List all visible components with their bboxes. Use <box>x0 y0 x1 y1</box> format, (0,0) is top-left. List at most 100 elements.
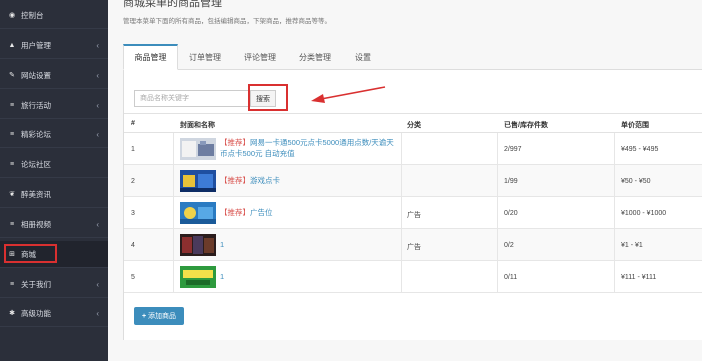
sidebar-item-albums[interactable]: ≡ 相册视频 ‹ <box>0 211 108 238</box>
row-stock: 1/99 <box>504 178 518 185</box>
gear-icon: ✱ <box>9 310 15 317</box>
sidebar-item-advanced[interactable]: ✱ 高级功能 ‹ <box>0 300 108 327</box>
sidebar-item-label: 控制台 <box>21 10 44 20</box>
column-divider <box>614 261 615 292</box>
product-thumbnail <box>180 202 216 224</box>
table-row: 1 【推荐】网易一卡通500元点卡5000通用点数/天谕天币点卡500元 自动充… <box>124 133 702 165</box>
table-row: 4 1 广告 0/2 ¥1 - ¥1 <box>124 229 702 261</box>
product-name: 游戏点卡 <box>250 176 280 185</box>
column-header: 单价范围 <box>621 122 649 129</box>
search-highlight-annotation <box>248 84 288 111</box>
sidebar: ◉ 控制台 ▲ 用户管理 ‹ ✎ 网站设置 ‹ ≡ 旅行活动 ‹ ≡ 精彩论坛 ‹ ≡ 论坛社区 ❦… <box>0 0 108 361</box>
sidebar-item-site-settings[interactable]: ✎ 网站设置 ‹ <box>0 62 108 89</box>
sidebar-item-travel[interactable]: ≡ 旅行活动 ‹ <box>0 92 108 119</box>
table-row: 2 【推荐】游戏点卡 1/99 ¥50 - ¥50 <box>124 165 702 197</box>
product-name: 广告位 <box>250 208 273 217</box>
page-description: 管理本菜单下面的所有商品，包括编辑商品，下架商品，推荐商品等等。 <box>123 18 331 25</box>
column-divider <box>497 133 498 164</box>
list-icon: ≡ <box>9 130 15 138</box>
row-category: 广告 <box>407 212 421 219</box>
product-thumbnail <box>180 170 216 192</box>
sidebar-item-about[interactable]: ≡ 关于我们 ‹ <box>0 271 108 298</box>
tab-products[interactable]: 商品管理 <box>123 44 178 70</box>
chevron-left-icon: ‹ <box>96 129 99 139</box>
user-icon: ▲ <box>8 41 16 49</box>
sidebar-item-users[interactable]: ▲ 用户管理 ‹ <box>0 32 108 59</box>
list-icon: ≡ <box>9 160 15 168</box>
column-divider <box>497 197 498 228</box>
sidebar-item-label: 用户管理 <box>21 40 51 50</box>
arrow-annotation-icon <box>311 86 386 103</box>
column-header: 已售/库存件数 <box>504 122 548 129</box>
row-id: 5 <box>131 274 135 281</box>
tab-orders[interactable]: 订单管理 <box>180 44 230 70</box>
column-header: 分类 <box>407 122 421 129</box>
row-stock: 0/11 <box>504 274 518 281</box>
column-divider <box>614 165 615 196</box>
product-thumbnail <box>180 234 216 256</box>
leaf-icon: ❦ <box>9 191 15 198</box>
row-id: 2 <box>131 178 135 185</box>
row-id: 1 <box>131 146 135 153</box>
row-price: ¥111 - ¥111 <box>621 274 657 281</box>
chevron-left-icon: ‹ <box>96 100 99 110</box>
product-name-link[interactable]: 1 <box>220 271 224 282</box>
sidebar-item-news[interactable]: ❦ 醉美资讯 <box>0 181 108 208</box>
dashboard-icon: ◉ <box>8 12 16 19</box>
table-row: 3 【推荐】广告位 广告 0/20 ¥1000 - ¥1000 <box>124 197 702 229</box>
sidebar-item-label: 网站设置 <box>21 70 51 80</box>
add-product-button[interactable]: + 添加商品 <box>134 307 184 325</box>
column-divider <box>173 197 174 228</box>
list-icon: ≡ <box>9 220 15 228</box>
product-name-link[interactable]: 【推荐】广告位 <box>220 207 273 218</box>
column-divider <box>614 133 615 164</box>
main-content: 商城菜单的商品管理 管理本菜单下面的所有商品，包括编辑商品，下架商品，推荐商品等… <box>108 0 702 361</box>
column-divider <box>173 229 174 260</box>
column-divider <box>173 165 174 196</box>
list-icon: ≡ <box>9 280 15 288</box>
column-divider <box>401 229 402 260</box>
column-divider <box>497 165 498 196</box>
column-header: # <box>131 120 135 127</box>
column-divider <box>401 165 402 196</box>
sidebar-item-label: 旅行活动 <box>21 100 51 110</box>
row-id: 3 <box>131 210 135 217</box>
wrench-icon: ✎ <box>9 72 15 79</box>
sidebar-item-label: 精彩论坛 <box>21 129 51 139</box>
tab-bar: 商品管理 订单管理 评论管理 分类管理 设置 <box>123 44 702 70</box>
column-divider <box>401 197 402 228</box>
shop-highlight-annotation <box>4 244 57 263</box>
chevron-left-icon: ‹ <box>96 279 99 289</box>
row-stock: 0/2 <box>504 242 514 249</box>
product-name-link[interactable]: 【推荐】游戏点卡 <box>220 175 280 186</box>
product-thumbnail <box>180 138 216 160</box>
sidebar-item-dashboard[interactable]: ◉ 控制台 <box>0 2 108 29</box>
column-divider <box>497 229 498 260</box>
product-thumbnail <box>180 266 216 288</box>
app-root: ◉ 控制台 ▲ 用户管理 ‹ ✎ 网站设置 ‹ ≡ 旅行活动 ‹ ≡ 精彩论坛 ‹ ≡ 论坛社区 ❦… <box>0 0 702 361</box>
page-title: 商城菜单的商品管理 <box>123 0 222 9</box>
row-stock: 2/997 <box>504 146 522 153</box>
list-icon: ≡ <box>9 101 15 109</box>
product-name-link[interactable]: 【推荐】网易一卡通500元点卡5000通用点数/天谕天币点卡500元 自动充值 <box>220 137 400 159</box>
product-name-link[interactable]: 1 <box>220 239 224 250</box>
column-divider <box>614 229 615 260</box>
plus-icon: + <box>141 312 147 320</box>
tab-comments[interactable]: 评论管理 <box>235 44 285 70</box>
table-header: # 封面和名称 分类 已售/库存件数 单价范围 <box>124 113 702 133</box>
row-stock: 0/20 <box>504 210 518 217</box>
sidebar-item-forum[interactable]: ≡ 精彩论坛 ‹ <box>0 121 108 148</box>
products-panel: 搜索 # 封面和名称 分类 已售/库存件数 单价范围 <box>123 70 702 340</box>
column-divider <box>614 197 615 228</box>
product-name: 1 <box>220 240 225 249</box>
sidebar-item-community[interactable]: ≡ 论坛社区 <box>0 151 108 178</box>
sidebar-item-label: 高级功能 <box>21 308 51 318</box>
add-product-label: 添加商品 <box>148 313 177 320</box>
tab-settings[interactable]: 设置 <box>343 44 383 70</box>
tab-categories[interactable]: 分类管理 <box>290 44 340 70</box>
search-input[interactable] <box>134 90 249 107</box>
row-price: ¥1 - ¥1 <box>621 242 643 249</box>
column-divider <box>173 261 174 292</box>
recommend-tag: 【推荐】 <box>220 208 250 217</box>
row-price: ¥50 - ¥50 <box>621 178 651 185</box>
